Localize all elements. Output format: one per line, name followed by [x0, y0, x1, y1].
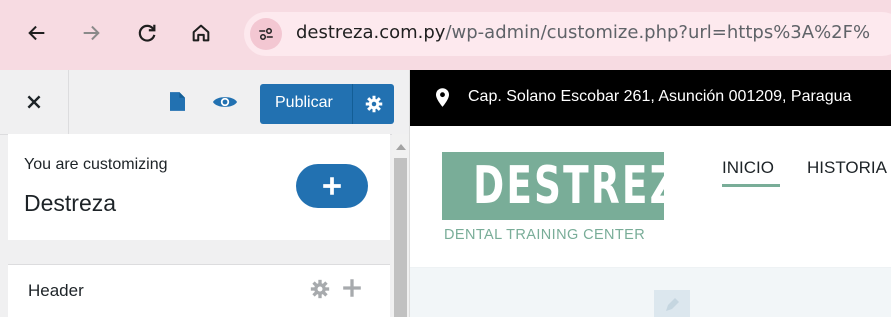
url-domain: destreza.com.py — [296, 22, 446, 43]
gear-icon — [365, 95, 383, 113]
section-header[interactable]: Header — [8, 264, 390, 318]
active-menu-underline — [722, 184, 780, 187]
site-logo[interactable]: DESTREZA — [442, 152, 711, 220]
reload-button[interactable] — [130, 16, 164, 50]
menu-item-inicio[interactable]: INICIO — [722, 158, 774, 178]
site-preview: Cap. Solano Escobar 261, Asunción 001209… — [410, 70, 891, 317]
sidebar-scrollbar[interactable] — [392, 134, 409, 317]
preview-eye-icon[interactable] — [212, 94, 238, 115]
tune-icon — [259, 28, 273, 40]
add-button[interactable] — [296, 164, 368, 208]
preview-topbar: Cap. Solano Escobar 261, Asunción 001209… — [410, 70, 891, 126]
site-info-button[interactable] — [250, 18, 282, 50]
logo-tagline: DENTAL TRAINING CENTER — [444, 227, 646, 243]
back-arrow-icon — [28, 25, 45, 41]
home-button[interactable] — [184, 16, 218, 50]
forward-arrow-icon — [83, 25, 100, 41]
customizer-sidebar: Publicar You are customizing Destreza He… — [0, 70, 410, 318]
publish-label: Publicar — [275, 94, 333, 111]
scroll-thumb[interactable] — [394, 158, 407, 317]
home-icon — [192, 24, 210, 42]
publish-settings-button[interactable] — [352, 84, 395, 124]
hero-section — [410, 268, 891, 317]
scroll-up-arrow-icon[interactable] — [396, 144, 406, 150]
address-text: Cap. Solano Escobar 261, Asunción 001209… — [468, 88, 852, 105]
customize-info-panel: You are customizing Destreza — [8, 134, 390, 240]
forward-button[interactable] — [74, 16, 108, 50]
url-path: /wp-admin/customize.php?url=https%3A%2F% — [445, 22, 871, 43]
logo-text: DESTREZA — [473, 156, 711, 216]
back-button[interactable] — [20, 16, 54, 50]
document-icon[interactable] — [170, 92, 185, 116]
location-pin-icon — [436, 88, 449, 112]
close-icon — [27, 95, 41, 109]
plus-icon — [323, 177, 341, 195]
url-text: destreza.com.py/wp-admin/customize.php?u… — [296, 22, 870, 43]
close-customizer-button[interactable] — [0, 70, 69, 134]
customizer-header: Publicar — [0, 70, 409, 135]
customizing-label: You are customizing — [24, 156, 168, 173]
section-plus-icon[interactable] — [341, 277, 363, 304]
site-title: Destreza — [24, 190, 117, 216]
browser-toolbar: destreza.com.py/wp-admin/customize.php?u… — [0, 0, 891, 70]
edit-shortcut-icon[interactable] — [654, 290, 690, 317]
menu-item-historia[interactable]: HISTORIA — [807, 158, 887, 178]
publish-button[interactable]: Publicar — [260, 84, 394, 124]
section-gear-icon[interactable] — [310, 279, 330, 304]
section-header-label: Header — [28, 281, 84, 300]
address-bar[interactable]: destreza.com.py/wp-admin/customize.php?u… — [244, 12, 891, 56]
reload-icon — [138, 24, 156, 42]
